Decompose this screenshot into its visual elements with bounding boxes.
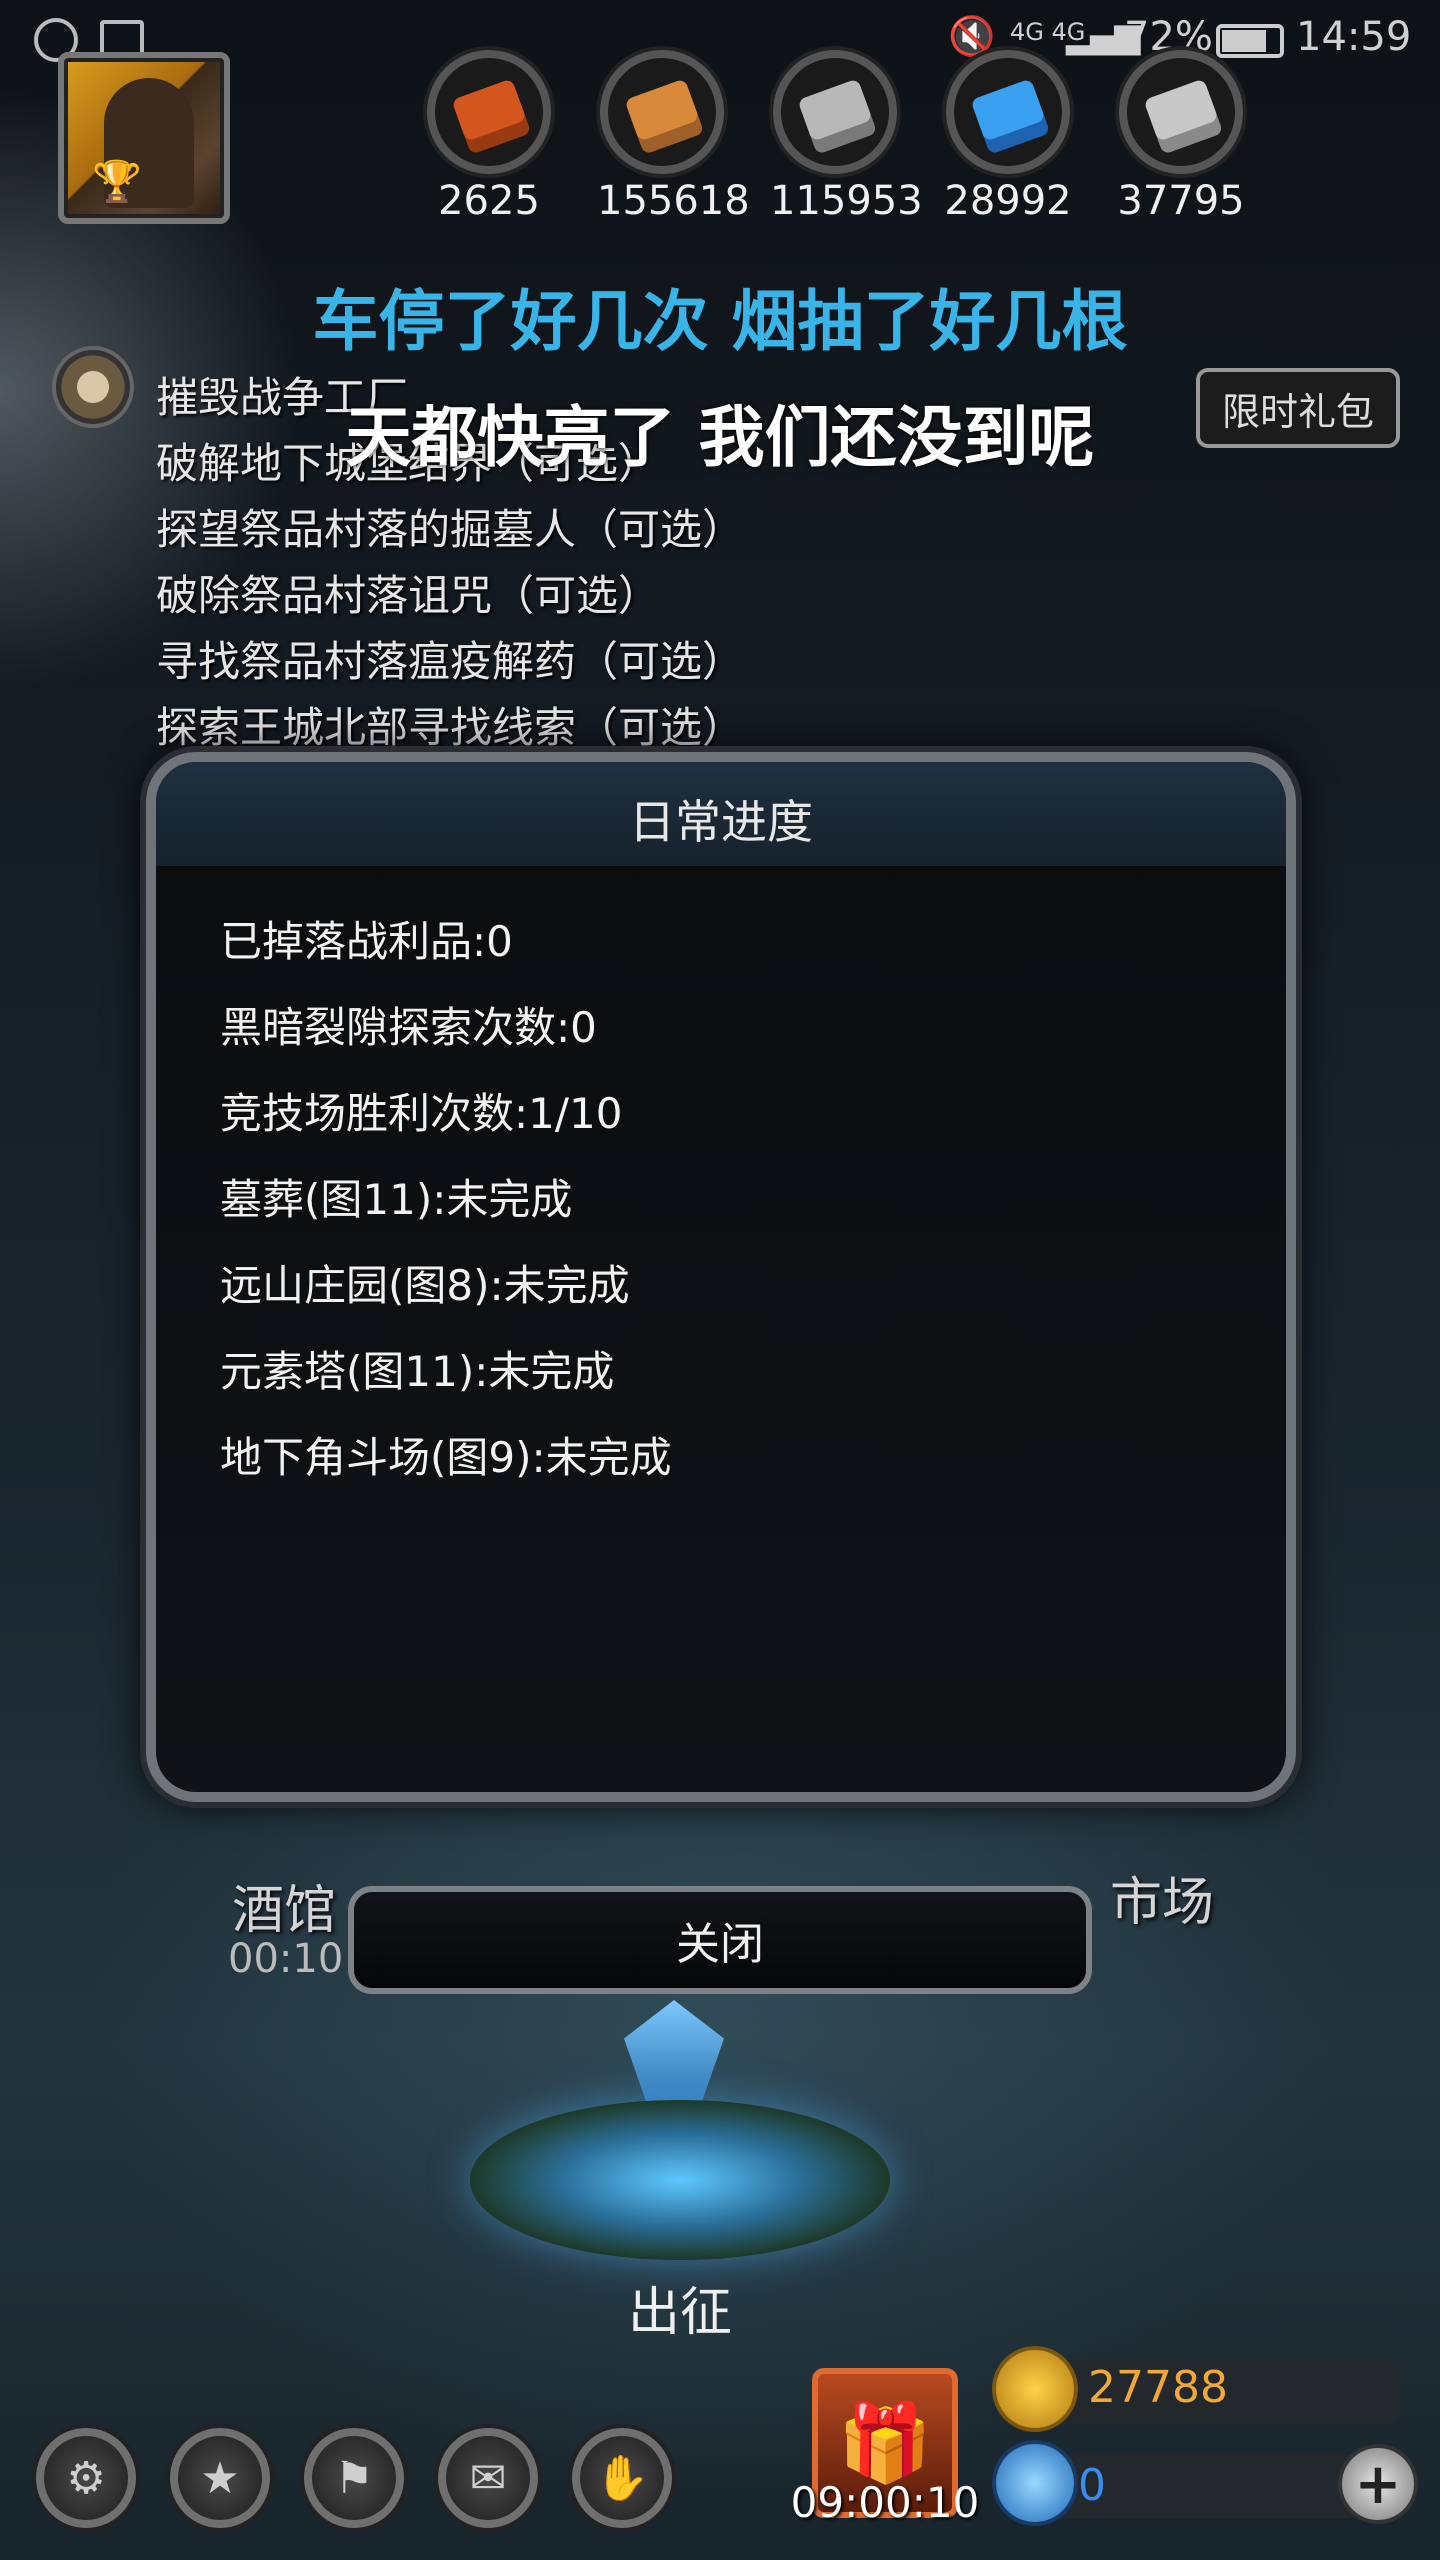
- tavern-timer: 00:10: [228, 1936, 344, 1982]
- dialog-title: 日常进度: [629, 795, 813, 849]
- progress-item: 已掉落战利品:0: [220, 917, 513, 966]
- progress-item: 竞技场胜利次数:1/10: [220, 1089, 623, 1138]
- close-button[interactable]: 关闭: [348, 1886, 1092, 1994]
- iron-icon: [773, 50, 897, 174]
- stone-icon: [1119, 50, 1243, 174]
- wood-icon: [600, 50, 724, 174]
- progress-item: 元素塔(图11):未完成: [220, 1347, 615, 1396]
- quest-item[interactable]: 探索王城北部寻找线索（可选）: [156, 694, 744, 755]
- player-avatar[interactable]: 🏆: [58, 52, 230, 224]
- gift-timer: 09:00:10: [790, 2478, 980, 2527]
- handshake-icon[interactable]: ✋: [572, 2428, 672, 2528]
- resource-value: 155618: [597, 178, 750, 224]
- achievement-icon[interactable]: ★: [170, 2428, 270, 2528]
- progress-item: 地下角斗场(图9):未完成: [220, 1433, 672, 1482]
- progress-item: 黑暗裂隙探索次数:0: [220, 1003, 597, 1052]
- settings-icon[interactable]: ⚙: [36, 2428, 136, 2528]
- market-label[interactable]: 市场: [1110, 1860, 1214, 1935]
- resource-value: 37795: [1117, 178, 1245, 224]
- gem-value: 0: [1078, 2460, 1106, 2511]
- crystal-icon: [946, 50, 1070, 174]
- resource-value: 115953: [770, 178, 923, 224]
- resource-stone[interactable]: 37795: [1116, 50, 1246, 224]
- trophy-icon: 🏆: [92, 159, 142, 205]
- meat-icon: [427, 50, 551, 174]
- resource-iron[interactable]: 115953: [770, 50, 923, 224]
- progress-item: 远山庄园(图8):未完成: [220, 1261, 630, 1310]
- gem-icon: [992, 2440, 1078, 2526]
- resource-value: 2625: [438, 178, 540, 224]
- crystal-icon: [624, 2000, 724, 2110]
- quest-item[interactable]: 破除祭品村落诅咒（可选）: [156, 562, 660, 623]
- lyric-line-1: 车停了好几次 烟抽了好几根: [312, 283, 1128, 360]
- resource-wood[interactable]: 155618: [597, 50, 750, 224]
- quest-item[interactable]: 探望祭品村落的掘墓人（可选）: [156, 496, 744, 557]
- tavern-label[interactable]: 酒馆: [232, 1868, 336, 1943]
- resource-crystal[interactable]: 28992: [943, 50, 1073, 224]
- gold-coin-icon: [992, 2346, 1078, 2432]
- add-currency-button[interactable]: +: [1338, 2444, 1418, 2524]
- clock: 14:59: [1296, 14, 1412, 60]
- mail-icon[interactable]: ✉: [438, 2428, 538, 2528]
- resource-value: 28992: [944, 178, 1072, 224]
- resource-meat[interactable]: 2625: [424, 50, 554, 224]
- progress-item: 墓葬(图11):未完成: [220, 1175, 573, 1224]
- lyric-line-2: 天都快亮了 我们还没到呢: [345, 399, 1095, 476]
- quest-item[interactable]: 寻找祭品村落瘟疫解药（可选）: [156, 628, 744, 689]
- gold-value: 27788: [1088, 2362, 1228, 2413]
- expedition-label[interactable]: 出征: [0, 2270, 1360, 2345]
- expedition-portal[interactable]: [470, 2100, 890, 2260]
- banner-icon[interactable]: ⚑: [304, 2428, 404, 2528]
- daily-progress-dialog: 日常进度 已掉落战利品:0 黑暗裂隙探索次数:0 竞技场胜利次数:1/10 墓葬…: [146, 752, 1296, 1802]
